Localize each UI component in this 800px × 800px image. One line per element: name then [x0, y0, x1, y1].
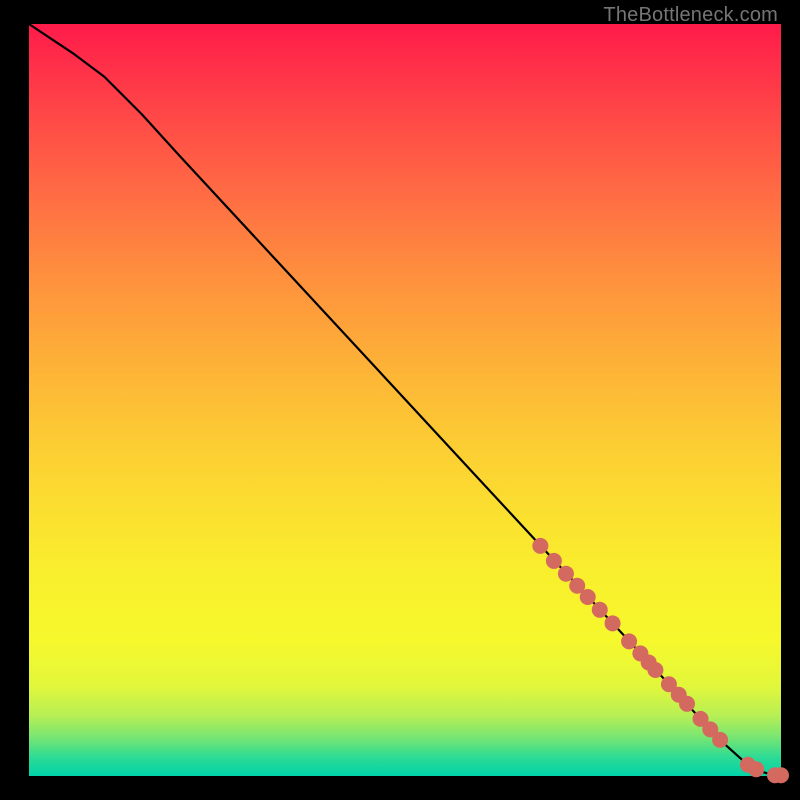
chart-frame: TheBottleneck.com	[0, 0, 800, 800]
chart-marker	[712, 732, 728, 748]
chart-marker	[580, 589, 596, 605]
chart-marker	[605, 615, 621, 631]
chart-marker	[679, 696, 695, 712]
chart-marker	[546, 553, 562, 569]
chart-overlay	[29, 24, 781, 776]
chart-marker	[647, 662, 663, 678]
chart-marker	[748, 761, 764, 777]
chart-marker	[592, 602, 608, 618]
plot-area	[29, 24, 781, 776]
chart-marker	[621, 633, 637, 649]
watermark-text: TheBottleneck.com	[603, 4, 778, 27]
chart-marker	[558, 566, 574, 582]
chart-marker	[773, 767, 789, 783]
chart-marker	[532, 538, 548, 554]
chart-curve	[29, 24, 781, 775]
chart-markers	[532, 538, 789, 783]
